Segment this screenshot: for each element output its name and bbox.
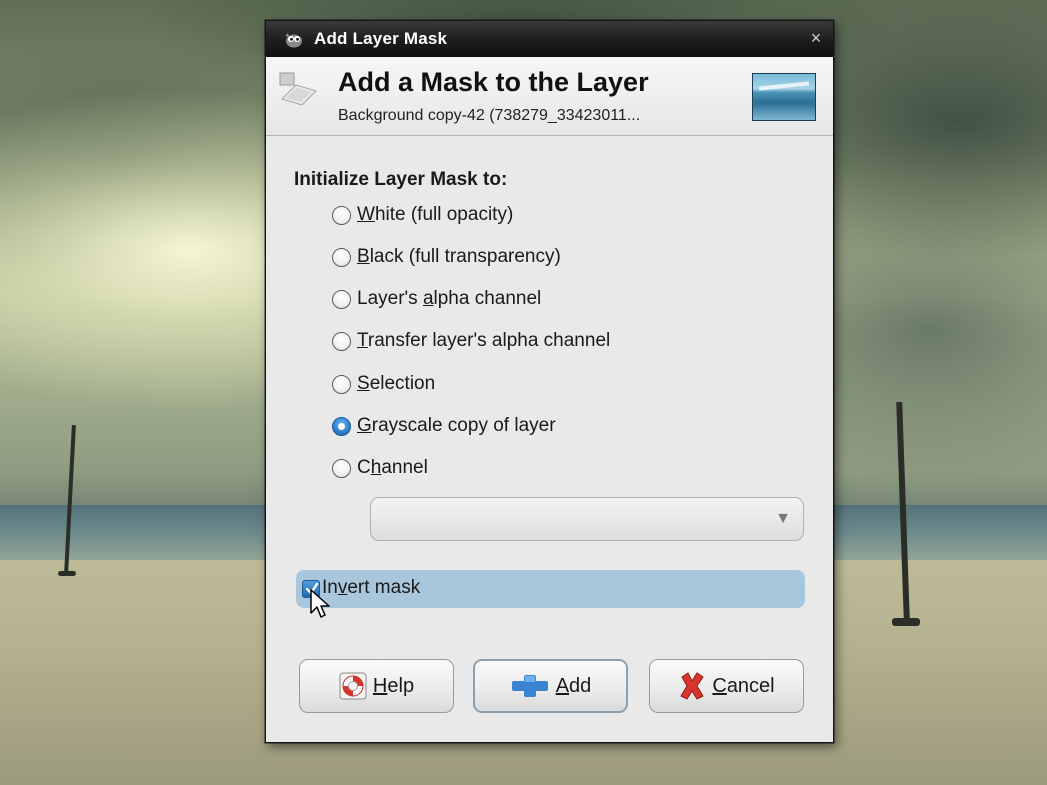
radio-option-channel[interactable]: Channel [332,453,428,483]
layer-mask-icon [278,69,320,109]
titlebar[interactable]: Add Layer Mask × [266,21,833,57]
invert-mask-row[interactable]: Invert mask [296,570,805,608]
layer-thumbnail [752,73,816,121]
radio-option-black[interactable]: Black (full transparency) [332,242,561,272]
radio-option-selection[interactable]: Selection [332,369,435,399]
radio-label: Transfer layer's alpha channel [357,330,611,351]
radio-label: Grayscale copy of layer [357,415,556,436]
help-button[interactable]: Help [299,659,454,713]
window-title: Add Layer Mask [314,29,448,48]
invert-mask-label: Invert mask [322,577,421,598]
radio-label: White (full opacity) [357,204,514,225]
background-pole-left-base [58,571,76,576]
background-pole-right-base [892,618,920,626]
radio-button[interactable] [332,289,351,309]
radio-button-selected[interactable] [332,416,351,436]
init-mask-label: Initialize Layer Mask to: [294,169,508,190]
thumbnail-cloud-streak [758,81,810,91]
cancel-button-label: Cancel [712,674,775,697]
radio-option-alpha-channel[interactable]: Layer's alpha channel [332,284,541,314]
radio-button[interactable] [332,331,351,351]
dialog-header: Add a Mask to the Layer Background copy-… [266,57,833,136]
header-title: Add a Mask to the Layer [338,67,649,97]
channel-select-dropdown[interactable]: ▼ [370,497,804,541]
radio-label: Channel [357,457,428,478]
radio-option-grayscale-copy[interactable]: Grayscale copy of layer [332,411,556,441]
radio-button[interactable] [332,374,351,394]
plus-icon [510,673,550,699]
add-button-label: Add [555,674,592,697]
lifebuoy-icon [339,672,367,700]
add-button[interactable]: Add [473,659,628,713]
radio-label: Layer's alpha channel [357,288,542,309]
radio-option-white[interactable]: White (full opacity) [332,200,513,230]
radio-label: Black (full transparency) [357,246,561,267]
radio-label: Selection [357,373,436,394]
cancel-button[interactable]: Cancel [649,659,804,713]
help-button-label: Help [372,674,415,697]
layer-name-subtitle: Background copy-42 (738279_33423011... [338,107,641,124]
radio-button[interactable] [332,205,351,225]
add-layer-mask-dialog: Add Layer Mask × Add a Mask to the Layer… [265,20,834,743]
chevron-down-icon: ▼ [775,510,791,527]
cancel-x-icon [678,671,706,701]
close-button[interactable]: × [804,26,828,50]
mouse-cursor-icon [310,589,332,626]
radio-button[interactable] [332,458,351,478]
gimp-wilber-icon [282,28,304,50]
radio-button[interactable] [332,247,351,267]
radio-option-transfer-alpha[interactable]: Transfer layer's alpha channel [332,326,610,356]
